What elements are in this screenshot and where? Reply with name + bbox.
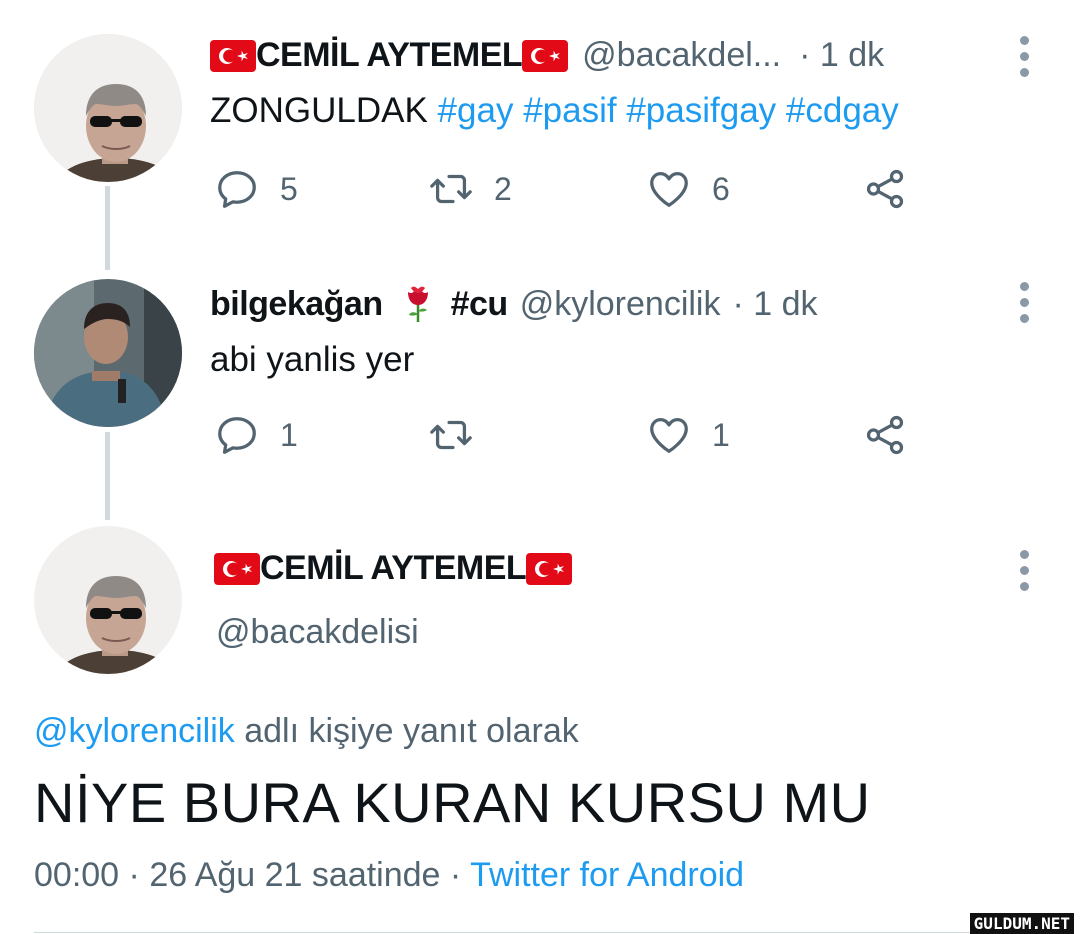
- author-name[interactable]: CEMİL AYTEMEL: [260, 549, 527, 588]
- reply-icon: [214, 412, 260, 458]
- tweet-date[interactable]: · 26 Ağu 21 saatinde ·: [129, 856, 462, 894]
- reply-icon: [214, 166, 260, 212]
- rose-icon: [403, 282, 433, 326]
- watermark: GULDUM.NET: [969, 913, 1074, 934]
- share-button[interactable]: [862, 412, 908, 458]
- heart-icon: [646, 166, 692, 212]
- reply-to-handle[interactable]: @kylorencilik: [34, 712, 235, 750]
- hashtag[interactable]: #gay: [438, 91, 514, 130]
- avatar[interactable]: [34, 526, 182, 674]
- reply-button[interactable]: 5: [214, 166, 298, 212]
- like-count: 6: [712, 170, 730, 207]
- tweet-time[interactable]: 00:00: [34, 856, 119, 894]
- timestamp[interactable]: · 1 dk: [732, 285, 817, 324]
- like-count: 1: [712, 416, 730, 453]
- more-options-icon[interactable]: [1020, 550, 1032, 598]
- hashtag[interactable]: #pasifgay: [626, 91, 776, 130]
- reply-to-text: adlı kişiye yanıt olarak: [244, 712, 579, 750]
- tweet-text: ZONGULDAK #gay #pasif #pasifgay #cdgay: [210, 91, 899, 131]
- reply-count: 1: [280, 416, 298, 453]
- hashtag[interactable]: #cdgay: [786, 91, 899, 130]
- tweet-metadata: 00:00 · 26 Ağu 21 saatinde · Twitter for…: [34, 856, 744, 895]
- reply-context: @kylorencilik adlı kişiye yanıt olarak: [34, 712, 579, 751]
- author-handle[interactable]: @bacakdelisi: [216, 613, 419, 652]
- divider: [34, 932, 1046, 933]
- author-name[interactable]: CEMİL AYTEMEL: [256, 36, 523, 75]
- author-name-suffix[interactable]: #cu: [451, 285, 509, 324]
- thread-line: [105, 186, 110, 270]
- reply-count: 5: [280, 170, 298, 207]
- author-handle[interactable]: @bacakdel...: [582, 36, 781, 75]
- hashtag[interactable]: #pasif: [523, 91, 616, 130]
- tweet-source[interactable]: Twitter for Android: [470, 856, 744, 894]
- retweet-button[interactable]: 2: [428, 166, 512, 212]
- author-name[interactable]: bilgekağan: [210, 285, 383, 324]
- share-icon: [862, 412, 908, 458]
- retweet-icon: [428, 166, 474, 212]
- share-button[interactable]: [862, 166, 908, 212]
- turkey-flag-icon: [526, 553, 572, 585]
- main-tweet-text: NİYE BURA KURAN KURSU MU: [34, 771, 871, 834]
- turkey-flag-icon: [210, 40, 256, 72]
- retweet-button[interactable]: [428, 412, 494, 458]
- share-icon: [862, 166, 908, 212]
- retweet-icon: [428, 412, 474, 458]
- like-button[interactable]: 1: [646, 412, 730, 458]
- turkey-flag-icon: [214, 553, 260, 585]
- more-options-icon[interactable]: [1020, 36, 1032, 84]
- tweet-text: abi yanlis yer: [210, 340, 415, 379]
- timestamp[interactable]: · 1 dk: [799, 36, 884, 75]
- thread-line: [105, 432, 110, 520]
- more-options-icon[interactable]: [1020, 282, 1032, 330]
- retweet-count: 2: [494, 170, 512, 207]
- tweet-text-body: ZONGULDAK: [210, 91, 428, 130]
- heart-icon: [646, 412, 692, 458]
- like-button[interactable]: 6: [646, 166, 730, 212]
- author-handle[interactable]: @kylorencilik: [520, 285, 721, 324]
- turkey-flag-icon: [522, 40, 568, 72]
- avatar[interactable]: [34, 279, 182, 427]
- avatar[interactable]: [34, 34, 182, 182]
- reply-button[interactable]: 1: [214, 412, 298, 458]
